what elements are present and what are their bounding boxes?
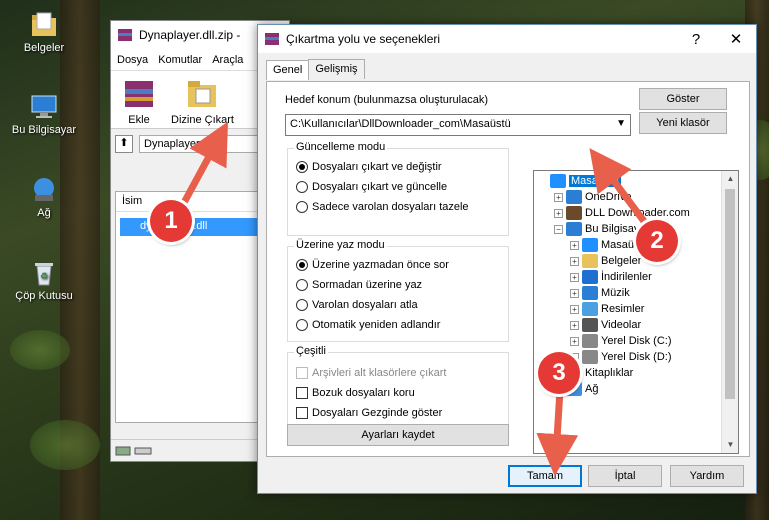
annotation-badge-1: 1 (150, 200, 192, 242)
arrow-1 (176, 121, 229, 212)
arrow-2 (589, 148, 655, 235)
arrow-3 (536, 389, 579, 476)
annotation-badge-2: 2 (636, 220, 678, 262)
annotation-badge-3: 3 (538, 352, 580, 394)
